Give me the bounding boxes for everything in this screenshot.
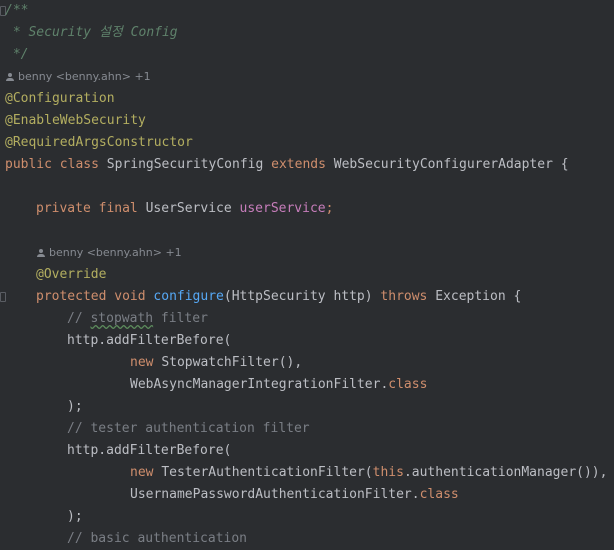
close-paren: ); xyxy=(67,509,83,524)
code-line-13[interactable]: // stopwath filter xyxy=(67,308,208,330)
tester-filter-constructor: TesterAuthenticationFilter( xyxy=(161,465,373,480)
comment-typo-word: stopwath xyxy=(90,311,154,326)
author-hint-text: benny <benny.ahn> +1 xyxy=(49,246,182,259)
keyword-class-ref: class xyxy=(419,487,459,502)
close-paren: ); xyxy=(67,399,83,414)
keyword-new: new xyxy=(130,465,154,480)
username-filter-ref: UsernamePasswordAuthenticationFilter. xyxy=(130,487,420,502)
keyword-public: public xyxy=(5,157,52,172)
keyword-private: private xyxy=(36,201,91,216)
keyword-void: void xyxy=(114,289,146,304)
author-hint[interactable]: benny <benny.ahn> +1 xyxy=(37,242,182,264)
code-line-18[interactable]: // tester authentication filter xyxy=(67,418,310,440)
method-name: configure xyxy=(153,289,224,304)
async-filter-ref: WebAsyncManagerIntegrationFilter. xyxy=(130,377,389,392)
field-name: userService xyxy=(239,201,326,216)
semicolon: ; xyxy=(325,201,334,216)
doc-comment-close: */ xyxy=(5,47,29,62)
code-line-17[interactable]: ); xyxy=(67,396,83,418)
code-editor[interactable]: /** * Security 설정 Config */ benny <benny… xyxy=(0,0,614,546)
field-type: UserService xyxy=(145,201,232,216)
code-line-22[interactable]: ); xyxy=(67,506,83,528)
keyword-final: final xyxy=(98,201,138,216)
annotation-required-args-constructor: @RequiredArgsConstructor xyxy=(5,135,193,150)
code-line-21[interactable]: UsernamePasswordAuthenticationFilter.cla… xyxy=(130,484,459,506)
code-line-3[interactable]: */ xyxy=(5,44,29,66)
code-line-11[interactable]: @Override xyxy=(36,264,106,286)
code-line-16[interactable]: WebAsyncManagerIntegrationFilter.class xyxy=(130,374,427,396)
doc-comment-open: /** xyxy=(5,3,29,18)
keyword-class: class xyxy=(59,157,99,172)
code-line-19[interactable]: http.addFilterBefore( xyxy=(67,440,231,462)
keyword-this: this xyxy=(372,465,404,480)
keyword-class-ref: class xyxy=(388,377,428,392)
code-line-6[interactable]: @RequiredArgsConstructor xyxy=(5,132,193,154)
annotation-enable-web-security: @EnableWebSecurity xyxy=(5,113,146,128)
add-filter-before-call: http.addFilterBefore( xyxy=(67,333,232,348)
method-open-brace: { xyxy=(513,289,522,304)
code-line-7[interactable]: public class SpringSecurityConfig extend… xyxy=(5,154,569,176)
user-icon xyxy=(6,73,14,81)
code-line-20[interactable]: new TesterAuthenticationFilter(this.auth… xyxy=(130,462,607,484)
code-line-23[interactable]: // basic authentication xyxy=(67,528,247,550)
keyword-protected: protected xyxy=(36,289,107,304)
parent-class-name: WebSecurityConfigurerAdapter xyxy=(333,157,553,172)
code-line-1[interactable]: /** xyxy=(5,0,28,22)
keyword-extends: extends xyxy=(271,157,326,172)
keyword-throws: throws xyxy=(380,289,428,304)
class-name: SpringSecurityConfig xyxy=(106,157,264,172)
method-params: (HttpSecurity http) xyxy=(223,289,373,304)
user-icon xyxy=(37,249,45,257)
code-line-14[interactable]: http.addFilterBefore( xyxy=(67,330,231,352)
exception-type: Exception xyxy=(435,289,506,304)
code-line-2[interactable]: * Security 설정 Config xyxy=(5,22,178,44)
comment-slashes: // xyxy=(67,311,91,326)
code-line-4[interactable]: @Configuration xyxy=(5,88,115,110)
doc-comment-text: * Security 설정 Config xyxy=(5,25,178,40)
code-line-15[interactable]: new StopwatchFilter(), xyxy=(130,352,302,374)
code-line-12[interactable]: protected void configure(HttpSecurity ht… xyxy=(36,286,521,308)
annotation-override: @Override xyxy=(36,267,107,282)
override-gutter-icon[interactable] xyxy=(0,292,6,302)
comment-rest: filter xyxy=(153,311,208,326)
open-brace: { xyxy=(560,157,569,172)
comment-text: // tester authentication filter xyxy=(67,421,310,436)
author-hint-text: benny <benny.ahn> +1 xyxy=(18,70,151,83)
annotation-configuration: @Configuration xyxy=(5,91,115,106)
code-line-5[interactable]: @EnableWebSecurity xyxy=(5,110,146,132)
authentication-manager-call: .authenticationManager()), xyxy=(403,465,608,480)
author-hint[interactable]: benny <benny.ahn> +1 xyxy=(6,66,151,88)
keyword-new: new xyxy=(130,355,154,370)
add-filter-before-call: http.addFilterBefore( xyxy=(67,443,232,458)
code-line-9[interactable]: private final UserService userService; xyxy=(36,198,333,220)
stopwatch-filter-constructor: StopwatchFilter(), xyxy=(161,355,303,370)
